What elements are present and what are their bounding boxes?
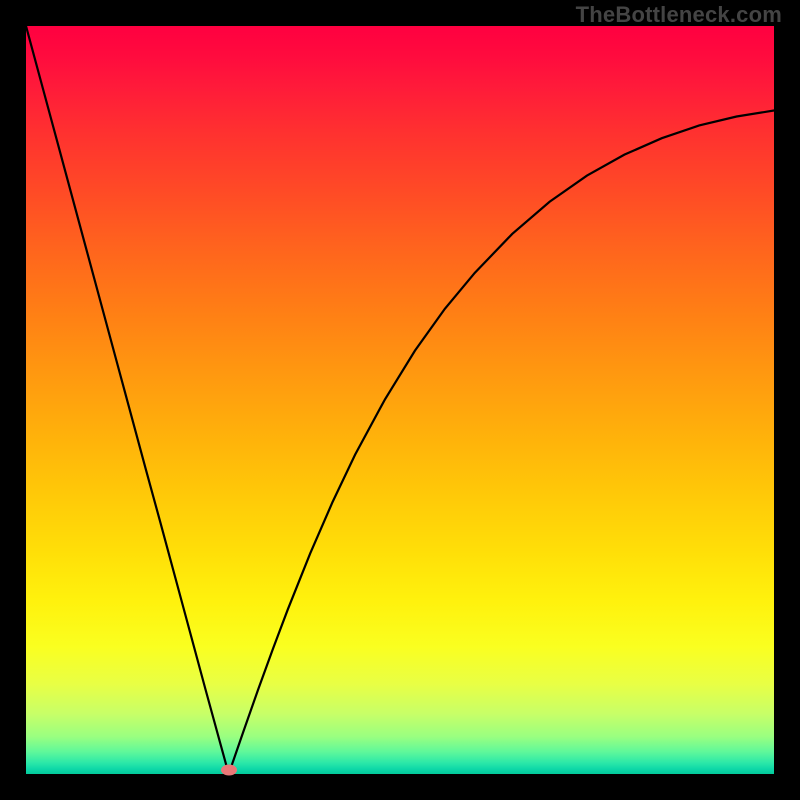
curve-ascending	[229, 111, 774, 774]
minimum-marker	[221, 764, 237, 775]
chart-frame: TheBottleneck.com	[0, 0, 800, 800]
curve-descending	[26, 26, 229, 774]
watermark-text: TheBottleneck.com	[576, 2, 782, 28]
plot-area	[26, 26, 774, 774]
curve-svg	[26, 26, 774, 774]
